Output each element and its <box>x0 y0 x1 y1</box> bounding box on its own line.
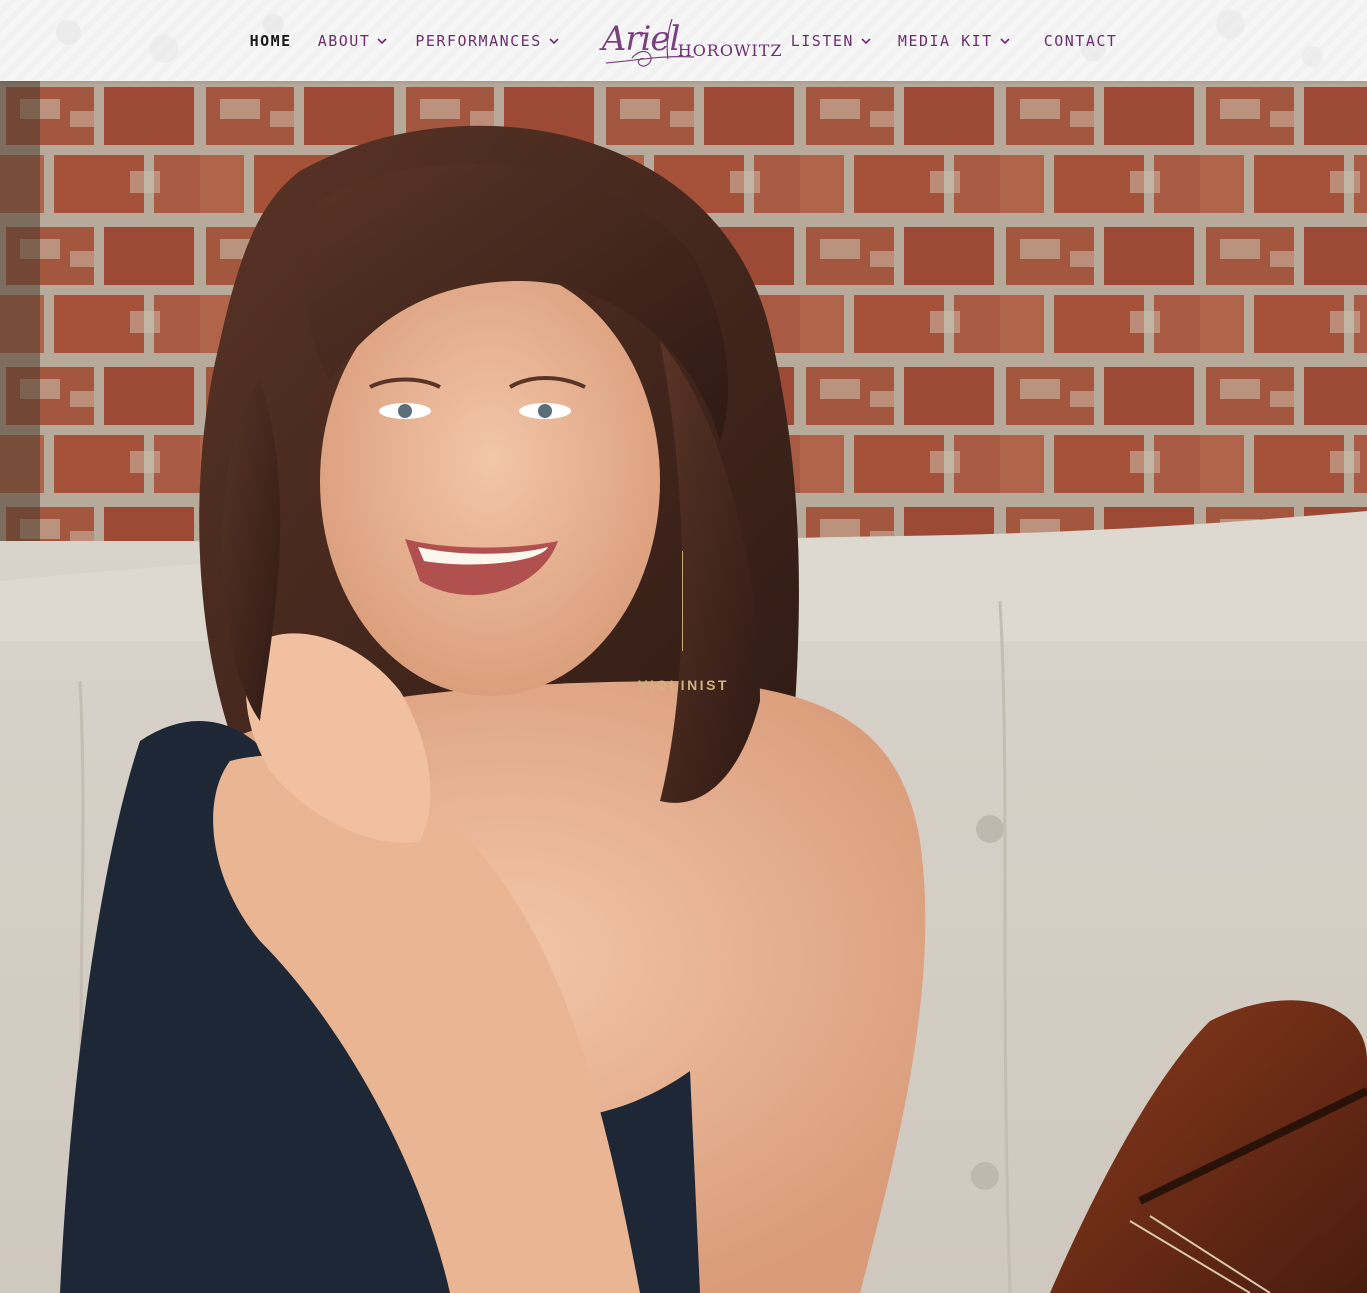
nav-item-label: PERFORMANCES <box>415 31 542 50</box>
site-logo[interactable]: Ariel HOROWITZ <box>601 11 782 71</box>
site-header: HOME ABOUT PERFORMANCES Ariel HOROWITZ L… <box>0 0 1367 81</box>
hero-section: VIOLINIST <box>0 81 1367 1293</box>
chevron-down-icon <box>376 35 388 47</box>
nav-item-performances[interactable]: PERFORMANCES <box>415 32 559 50</box>
nav-item-contact[interactable]: CONTACT <box>1044 32 1118 50</box>
nav-item-label: LISTEN <box>790 31 854 50</box>
nav-item-label: CONTACT <box>1043 31 1118 50</box>
nav-item-home[interactable]: HOME <box>250 32 292 50</box>
tagline-accent-line <box>682 551 683 651</box>
nav-item-label: MEDIA KIT <box>897 31 993 50</box>
logo-surname-text: HOROWITZ <box>677 40 783 60</box>
nav-item-media-kit[interactable]: MEDIA KIT <box>898 32 1011 50</box>
nav-item-about[interactable]: ABOUT <box>318 32 389 50</box>
main-nav: HOME ABOUT PERFORMANCES Ariel HOROWITZ L… <box>0 0 1367 81</box>
nav-item-label: HOME <box>249 31 292 50</box>
logo-script-text: Ariel <box>601 18 681 59</box>
nav-item-label: ABOUT <box>317 31 371 50</box>
nav-item-listen[interactable]: LISTEN <box>791 32 872 50</box>
hero-tagline: VIOLINIST <box>638 677 729 693</box>
chevron-down-icon <box>860 35 872 47</box>
chevron-down-icon <box>548 35 560 47</box>
page: HOME ABOUT PERFORMANCES Ariel HOROWITZ L… <box>0 0 1367 1293</box>
chevron-down-icon <box>999 35 1011 47</box>
